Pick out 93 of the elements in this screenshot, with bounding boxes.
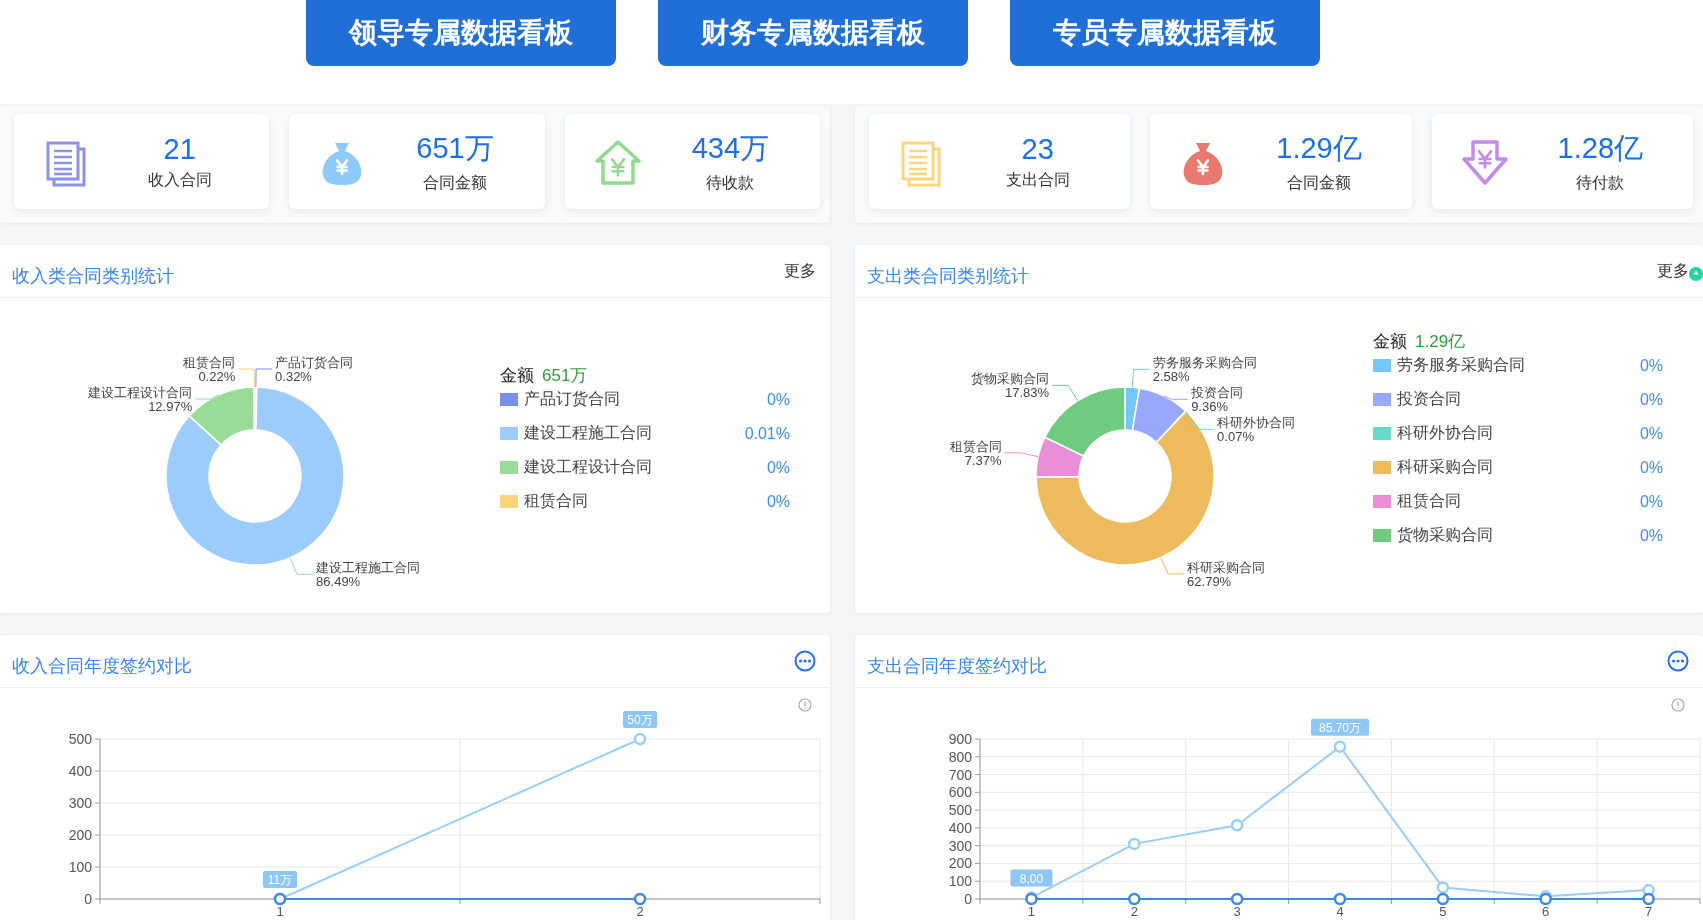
legend-percent: 0% (765, 390, 790, 409)
panel-title: 收入类合同类别统计 (12, 265, 174, 288)
legend-label: 租赁合同 (524, 491, 589, 511)
legend-percent: 0% (1638, 492, 1663, 511)
stat-value: 434万 (691, 131, 769, 166)
axis-tick-label: 400 (68, 763, 92, 779)
axis-tick-label: 0 (964, 891, 972, 907)
stat-label: 合同金额 (423, 173, 487, 193)
total-label: 金额 (500, 365, 534, 387)
axis-tick-label: 6 (1542, 904, 1550, 919)
axis-tick-label: 500 (68, 731, 92, 747)
legend-label: 货物采购合同 (1397, 525, 1494, 545)
stat-label: 收入合同 (147, 169, 212, 190)
annotation: 50万 (627, 713, 653, 727)
legend-percent: 0% (1638, 526, 1663, 545)
legend-percent: 0% (1638, 356, 1663, 375)
slice-label: 科研采购合同 (1187, 559, 1266, 575)
stat-label: 待收款 (706, 173, 755, 193)
panel-title: 支出类合同类别统计 (867, 265, 1029, 288)
legend-label: 投资合同 (1397, 389, 1462, 409)
slice-percent: 9.36% (1191, 399, 1228, 415)
axis-tick-label: 1 (276, 904, 284, 919)
slice-label: 租赁合同 (183, 355, 236, 370)
slice-label: 建设工程设计合同 (88, 385, 193, 400)
axis-tick-label: 500 (948, 802, 972, 819)
slice-label: 建设工程施工合同 (316, 560, 421, 576)
axis-tick-label: 300 (948, 837, 972, 854)
axis-tick-label: 400 (948, 819, 972, 836)
slice-percent: 0.32% (275, 369, 312, 384)
legend-percent: 0% (765, 492, 790, 511)
total-label: 金额 (1373, 331, 1407, 353)
axis-tick-label: 2 (636, 904, 644, 919)
axis-tick-label: 300 (68, 795, 92, 811)
axis-tick-label: 900 (948, 731, 972, 747)
stat-label: 支出合同 (1005, 169, 1070, 190)
legend-percent: 0% (1638, 390, 1663, 409)
stat-value: 1.28亿 (1557, 131, 1644, 166)
legend-label: 科研外协合同 (1397, 423, 1494, 443)
annotation: 85.70万 (1318, 720, 1362, 735)
total-value: 1.29亿 (1415, 331, 1466, 353)
slice-label: 投资合同 (1191, 385, 1244, 401)
data-label: 8,00 (1010, 869, 1053, 887)
slice-label: 劳务服务采购合同 (1152, 355, 1257, 371)
axis-tick-label: 5 (1439, 904, 1447, 919)
panel-title: 支出合同年度签约对比 (867, 655, 1047, 678)
slice-label: 科研外协合同 (1217, 415, 1296, 431)
stat-value: 21 (163, 132, 196, 166)
axis-tick-label: 2 (1130, 904, 1138, 919)
axis-tick-label: 0 (84, 891, 92, 907)
axis-tick-label: 200 (948, 855, 972, 872)
legend-label: 产品订货合同 (524, 389, 621, 409)
stat-value: 23 (1021, 132, 1054, 166)
total-value: 651万 (542, 365, 588, 387)
slice-percent: 0.07% (1217, 429, 1254, 445)
slice-label: 租赁合同 (949, 438, 1002, 454)
legend-percent: 0% (765, 458, 790, 477)
slice-percent: 2.58% (1152, 369, 1190, 385)
data-label: 50万 (623, 711, 657, 728)
axis-tick-label: 100 (68, 859, 92, 875)
axis-tick-label: 100 (948, 873, 972, 890)
slice-label: 产品订货合同 (275, 355, 354, 370)
legend-label: 建设工程施工合同 (524, 423, 653, 443)
legend-percent: 0% (1638, 458, 1663, 477)
stat-value: 1.29亿 (1276, 131, 1362, 166)
stat-label: 合同金额 (1287, 173, 1351, 193)
slice-percent: 12.97% (148, 399, 193, 414)
legend-percent: 0% (1638, 424, 1663, 443)
axis-tick-label: 700 (948, 766, 972, 783)
slice-label: 货物采购合同 (971, 371, 1050, 387)
data-label: 85.70万 (1311, 718, 1369, 736)
annotation: 8,00 (1019, 871, 1044, 886)
slice-percent: 17.83% (1005, 385, 1050, 401)
slice-percent: 7.37% (964, 452, 1002, 468)
axis-tick-label: 1 (1027, 904, 1036, 919)
axis-tick-label: 3 (1233, 904, 1241, 919)
axis-tick-label: 4 (1336, 904, 1344, 919)
legend-label: 租赁合同 (1397, 491, 1462, 511)
annotation: 11万 (267, 873, 293, 887)
stat-label: 待付款 (1576, 173, 1625, 193)
axis-tick-label: 600 (948, 784, 972, 801)
data-label: 11万 (263, 871, 297, 888)
slice-percent: 86.49% (316, 574, 361, 590)
axis-tick-label: 800 (948, 748, 972, 765)
slice-percent: 0.22% (198, 369, 236, 384)
legend-label: 科研采购合同 (1397, 457, 1494, 477)
panel-title: 收入合同年度签约对比 (12, 655, 192, 678)
axis-tick-label: 200 (68, 827, 92, 843)
legend-percent: 0.01% (743, 424, 790, 443)
legend-label: 建设工程设计合同 (524, 457, 653, 477)
legend-label: 劳务服务采购合同 (1397, 355, 1526, 375)
stat-value: 651万 (416, 131, 494, 166)
slice-percent: 62.79% (1187, 573, 1232, 589)
axis-tick-label: 7 (1644, 904, 1653, 919)
